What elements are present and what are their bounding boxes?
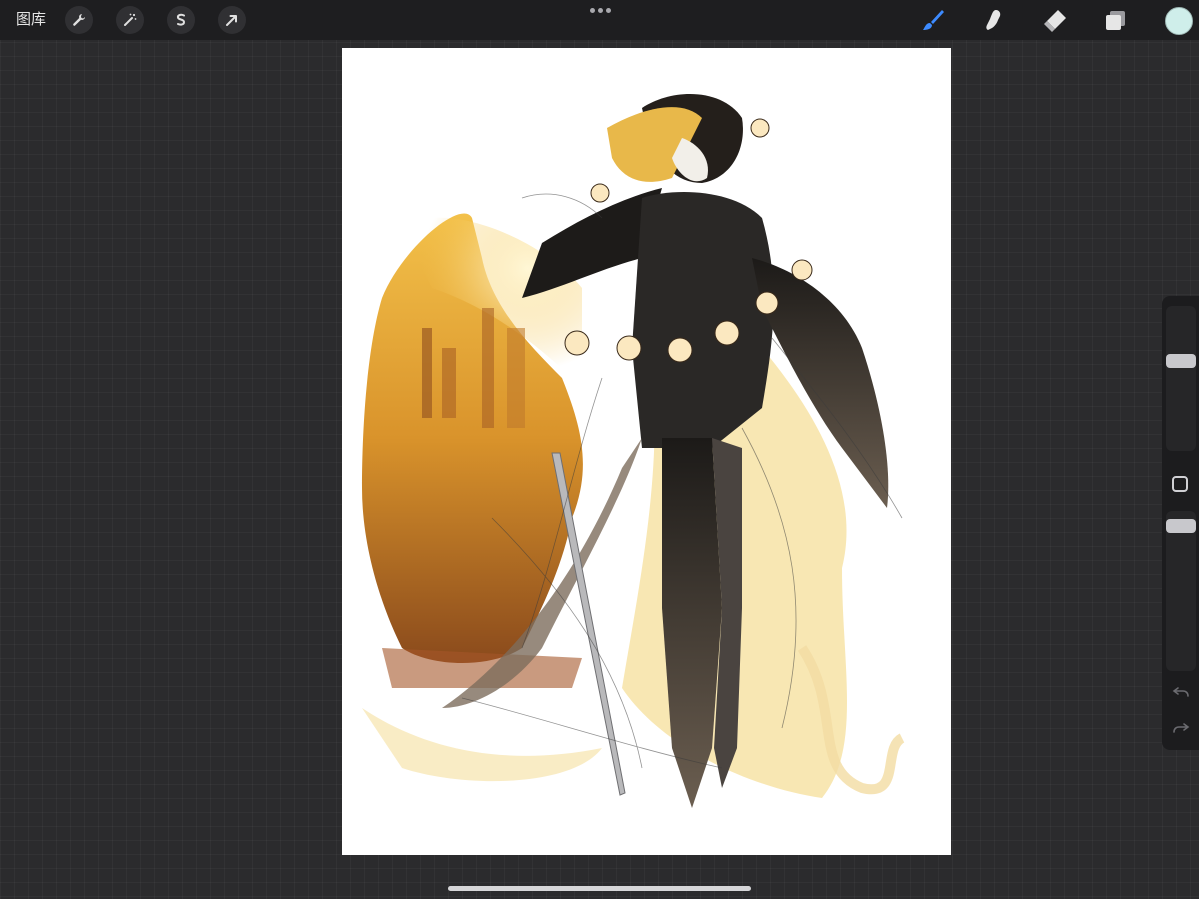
smudge-button[interactable]	[980, 6, 1008, 34]
home-indicator[interactable]	[448, 886, 751, 891]
transform-icon	[226, 15, 237, 26]
modify-button[interactable]	[1172, 476, 1188, 492]
artwork	[362, 94, 906, 808]
layers-icon	[1106, 11, 1125, 30]
top-toolbar: 图库	[0, 0, 1199, 40]
brush-size-slider[interactable]	[1166, 306, 1196, 451]
dot	[589, 8, 595, 13]
eraser-icon	[1044, 10, 1066, 32]
dot	[605, 8, 611, 13]
actions-button[interactable]	[65, 6, 93, 34]
magic-wand-icon	[124, 13, 137, 26]
brush-icon	[923, 10, 944, 30]
color-picker-button[interactable]	[1165, 7, 1193, 35]
transform-button[interactable]	[218, 6, 246, 34]
redo-icon[interactable]	[1172, 719, 1190, 737]
undo-icon[interactable]	[1172, 683, 1190, 701]
adjustments-button[interactable]	[116, 6, 144, 34]
layers-button[interactable]	[1102, 6, 1130, 34]
opacity-thumb[interactable]	[1166, 519, 1196, 533]
eraser-button[interactable]	[1041, 6, 1069, 34]
drawing-canvas[interactable]	[342, 48, 951, 855]
selection-icon	[176, 13, 186, 26]
smudge-icon	[986, 10, 1001, 30]
gallery-button[interactable]: 图库	[16, 10, 46, 30]
side-toolbar	[1162, 296, 1199, 750]
more-handle[interactable]	[589, 8, 611, 14]
selection-button[interactable]	[167, 6, 195, 34]
opacity-slider[interactable]	[1166, 511, 1196, 671]
wrench-icon	[73, 14, 85, 26]
dot	[597, 8, 603, 13]
brush-size-thumb[interactable]	[1166, 354, 1196, 368]
brush-button[interactable]	[919, 6, 947, 34]
